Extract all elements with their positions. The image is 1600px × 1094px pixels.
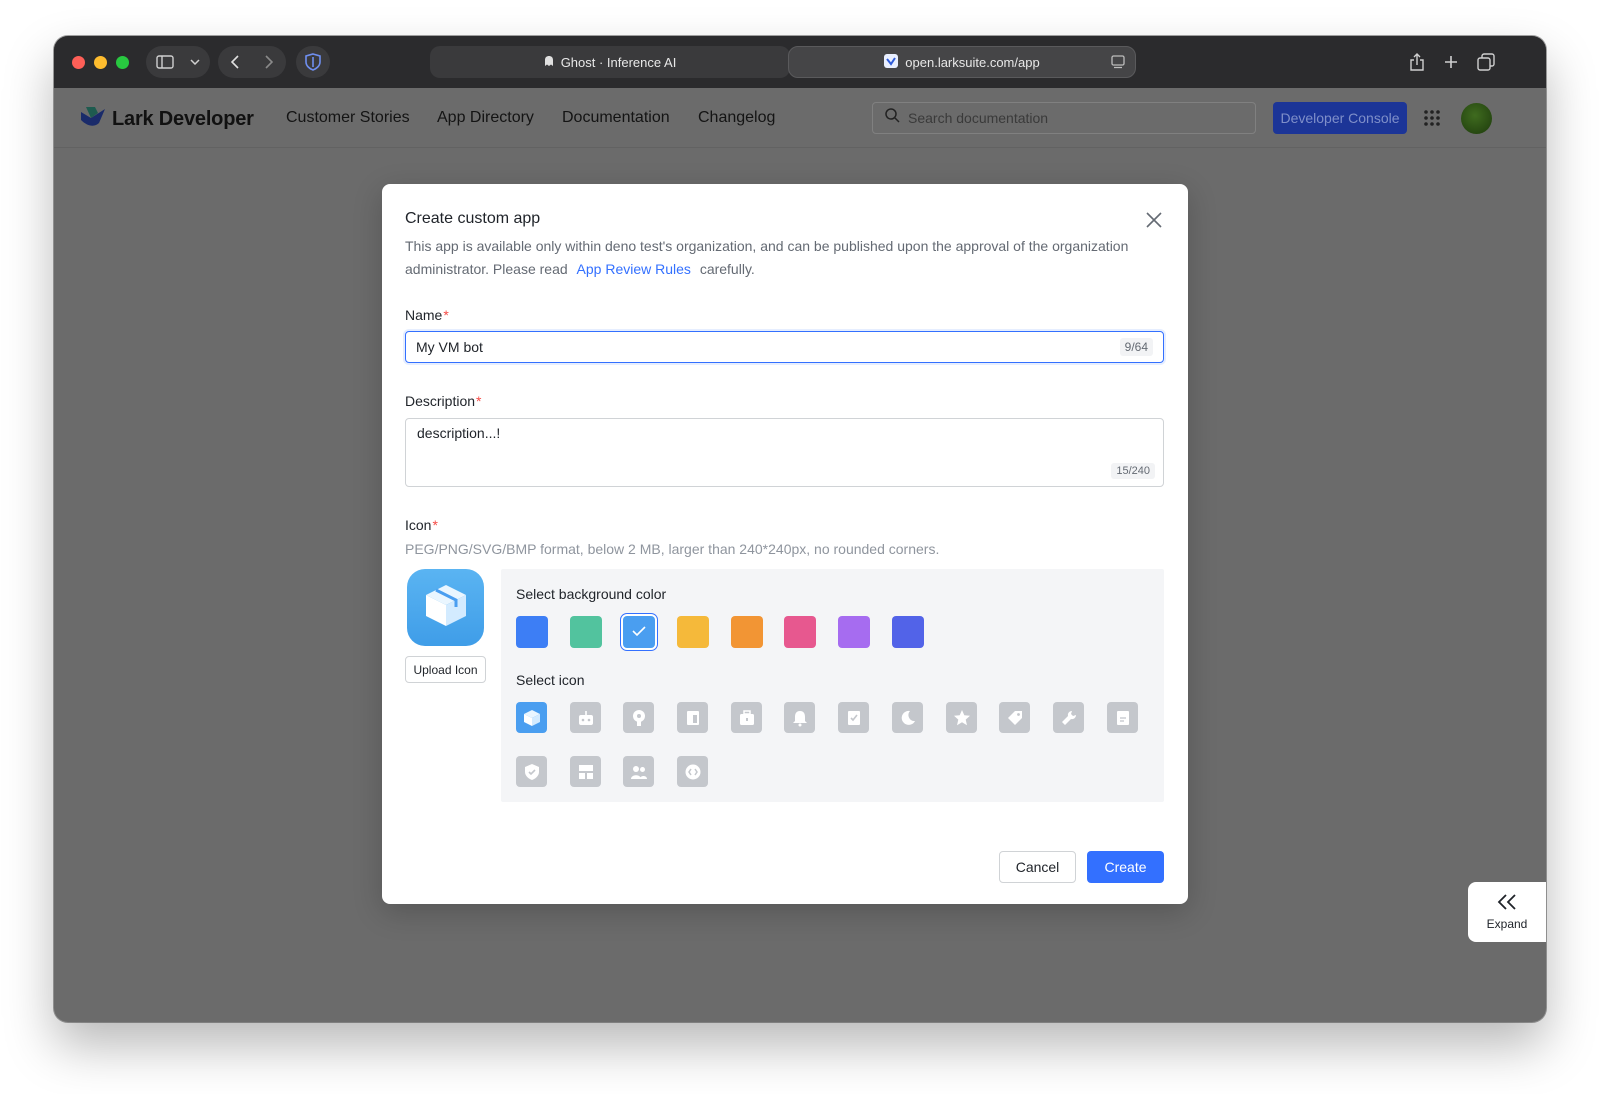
tab-overview-icon[interactable] bbox=[1475, 46, 1497, 78]
ghost-icon bbox=[544, 55, 554, 70]
file-icon[interactable] bbox=[1107, 702, 1138, 733]
description-field: description...! 15/240 bbox=[405, 418, 1164, 487]
nav-app-directory[interactable]: App Directory bbox=[437, 109, 534, 127]
code-icon[interactable] bbox=[677, 756, 708, 787]
description-textarea[interactable]: description...! bbox=[417, 425, 1152, 465]
description-suffix: carefully. bbox=[699, 261, 755, 277]
browser-titlebar: Ghost · Inference AI open.larksuite.com/… bbox=[54, 36, 1546, 88]
sidebar-icon[interactable] bbox=[146, 46, 184, 78]
robot-icon[interactable] bbox=[570, 702, 601, 733]
avatar[interactable] bbox=[1461, 103, 1492, 134]
history-nav-group bbox=[218, 46, 286, 78]
nav-customer-stories[interactable]: Customer Stories bbox=[286, 109, 410, 127]
name-counter: 9/64 bbox=[1119, 338, 1153, 356]
sidebar-toggle-group bbox=[146, 46, 210, 78]
color-swatch-sky-selected[interactable] bbox=[623, 616, 655, 648]
new-tab-icon[interactable] bbox=[1440, 46, 1462, 78]
search-box bbox=[872, 102, 1256, 134]
app-grid-icon[interactable] bbox=[1423, 109, 1441, 132]
bitwarden-shield-icon[interactable] bbox=[296, 46, 330, 78]
back-arrow-icon[interactable] bbox=[218, 46, 252, 78]
app-review-rules-link[interactable]: App Review Rules bbox=[577, 261, 691, 277]
minimize-window-button[interactable] bbox=[94, 56, 107, 69]
chevron-down-icon[interactable] bbox=[184, 46, 206, 78]
icon-hint: PEG/PNG/SVG/BMP format, below 2 MB, larg… bbox=[405, 541, 940, 557]
color-swatch-orange[interactable] bbox=[731, 616, 763, 648]
checkmark-icon bbox=[632, 623, 646, 641]
url-text: open.larksuite.com/app bbox=[905, 54, 1040, 70]
expand-panel-button[interactable]: Expand bbox=[1468, 882, 1546, 942]
tab-title: Ghost · Inference AI bbox=[560, 54, 677, 70]
logo-text: Lark Developer bbox=[112, 108, 254, 130]
site-navbar: Lark Developer Customer Stories App Dire… bbox=[54, 88, 1546, 148]
app-icon-preview bbox=[407, 569, 484, 646]
browser-window: Ghost · Inference AI open.larksuite.com/… bbox=[54, 36, 1546, 1022]
star-icon[interactable] bbox=[946, 702, 977, 733]
shield-icon[interactable] bbox=[516, 756, 547, 787]
lark-logo-icon bbox=[80, 106, 106, 133]
create-button[interactable]: Create bbox=[1087, 851, 1164, 883]
layout-icon[interactable] bbox=[570, 756, 601, 787]
color-swatch-blue[interactable] bbox=[516, 616, 548, 648]
icon-label: Icon* bbox=[405, 517, 438, 533]
briefcase-icon[interactable] bbox=[731, 702, 762, 733]
upload-icon-button[interactable]: Upload Icon bbox=[405, 656, 486, 683]
expand-label: Expand bbox=[1486, 916, 1528, 931]
search-icon bbox=[885, 108, 900, 128]
create-app-modal: Create custom app This app is available … bbox=[382, 184, 1188, 904]
cancel-button[interactable]: Cancel bbox=[999, 851, 1076, 883]
double-chevron-left-icon bbox=[1497, 893, 1517, 913]
color-swatch-yellow[interactable] bbox=[677, 616, 709, 648]
close-window-button[interactable] bbox=[72, 56, 85, 69]
share-icon[interactable] bbox=[1406, 46, 1428, 78]
address-bar[interactable]: open.larksuite.com/app bbox=[788, 46, 1136, 78]
users-icon[interactable] bbox=[623, 756, 654, 787]
cube-icon[interactable] bbox=[516, 702, 547, 733]
reader-icon[interactable] bbox=[1111, 55, 1125, 72]
bg-color-label: Select background color bbox=[516, 586, 667, 602]
tab-ghost-inference[interactable]: Ghost · Inference AI bbox=[430, 46, 790, 78]
name-field: 9/64 bbox=[405, 331, 1164, 363]
name-input[interactable] bbox=[416, 339, 1120, 355]
lark-developer-logo[interactable]: Lark Developer bbox=[80, 106, 254, 133]
description-label: Description* bbox=[405, 393, 482, 409]
close-icon[interactable] bbox=[1144, 210, 1164, 230]
developer-console-button[interactable]: Developer Console bbox=[1273, 102, 1407, 134]
color-swatch-purple[interactable] bbox=[838, 616, 870, 648]
search-input[interactable] bbox=[908, 110, 1238, 126]
description-text: This app is available only within deno t… bbox=[405, 238, 1129, 277]
tag-icon[interactable] bbox=[999, 702, 1030, 733]
cube-icon bbox=[422, 581, 470, 634]
name-label: Name* bbox=[405, 307, 449, 323]
select-icon-label: Select icon bbox=[516, 672, 585, 688]
forward-arrow-icon[interactable] bbox=[252, 46, 286, 78]
document-icon[interactable] bbox=[677, 702, 708, 733]
lark-favicon-icon bbox=[884, 53, 899, 71]
checklist-icon[interactable] bbox=[838, 702, 869, 733]
maximize-window-button[interactable] bbox=[116, 56, 129, 69]
modal-title: Create custom app bbox=[405, 210, 541, 227]
color-swatch-green[interactable] bbox=[570, 616, 602, 648]
bell-icon[interactable] bbox=[784, 702, 815, 733]
moon-icon[interactable] bbox=[892, 702, 923, 733]
color-swatch-indigo[interactable] bbox=[892, 616, 924, 648]
color-swatch-pink[interactable] bbox=[784, 616, 816, 648]
nav-changelog[interactable]: Changelog bbox=[698, 109, 775, 127]
lightbulb-icon[interactable] bbox=[623, 702, 654, 733]
modal-description: This app is available only within deno t… bbox=[405, 235, 1155, 281]
description-counter: 15/240 bbox=[1111, 463, 1155, 479]
nav-documentation[interactable]: Documentation bbox=[562, 109, 670, 127]
wrench-icon[interactable] bbox=[1053, 702, 1084, 733]
icon-picker-panel: Select background color Select icon bbox=[501, 569, 1164, 802]
